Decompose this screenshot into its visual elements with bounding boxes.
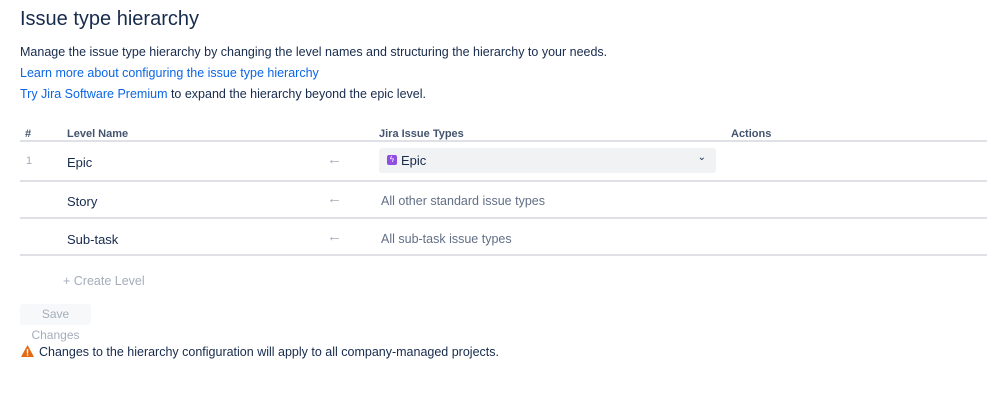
premium-suffix: to expand the hierarchy beyond the epic …: [167, 87, 426, 101]
level-name: Epic: [67, 155, 93, 170]
issue-types-text: All other standard issue types: [381, 194, 545, 208]
learn-more-link[interactable]: Learn more about configuring the issue t…: [20, 66, 319, 80]
header-issue-types: Jira Issue Types: [379, 128, 464, 140]
save-changes-button[interactable]: Save Changes: [20, 304, 91, 342]
plus-icon: +: [63, 274, 74, 288]
row-num: 1: [26, 155, 33, 167]
level-name: Story: [67, 194, 98, 209]
arrow-left-icon: ←: [327, 151, 342, 168]
divider: [20, 254, 987, 256]
issue-types-text: All sub-task issue types: [381, 232, 512, 246]
epic-icon: ϟ: [387, 155, 397, 165]
page-title: Issue type hierarchy: [20, 8, 199, 30]
warning-message: Changes to the hierarchy configuration w…: [39, 345, 499, 359]
arrow-left-icon: ←: [327, 228, 342, 245]
create-level-label: Create Level: [73, 274, 145, 288]
arrow-left-icon: ←: [327, 190, 342, 207]
issue-type-select[interactable]: ϟ Epic ⌄: [379, 148, 716, 173]
divider: [20, 140, 987, 142]
header-actions: Actions: [731, 128, 772, 140]
warning-icon: [21, 345, 34, 357]
premium-note: Try Jira Software Premium to expand the …: [20, 87, 426, 101]
description: Manage the issue type hierarchy by chang…: [20, 45, 608, 59]
divider: [20, 217, 987, 219]
create-level-button[interactable]: + Create Level: [63, 274, 145, 288]
premium-link[interactable]: Try Jira Software Premium: [20, 87, 167, 101]
level-name: Sub-task: [67, 232, 119, 247]
divider: [20, 180, 987, 182]
selected-value: Epic: [401, 153, 427, 168]
header-num: #: [25, 128, 32, 140]
header-level-name: Level Name: [67, 128, 129, 140]
chevron-down-icon: ⌄: [697, 152, 706, 163]
